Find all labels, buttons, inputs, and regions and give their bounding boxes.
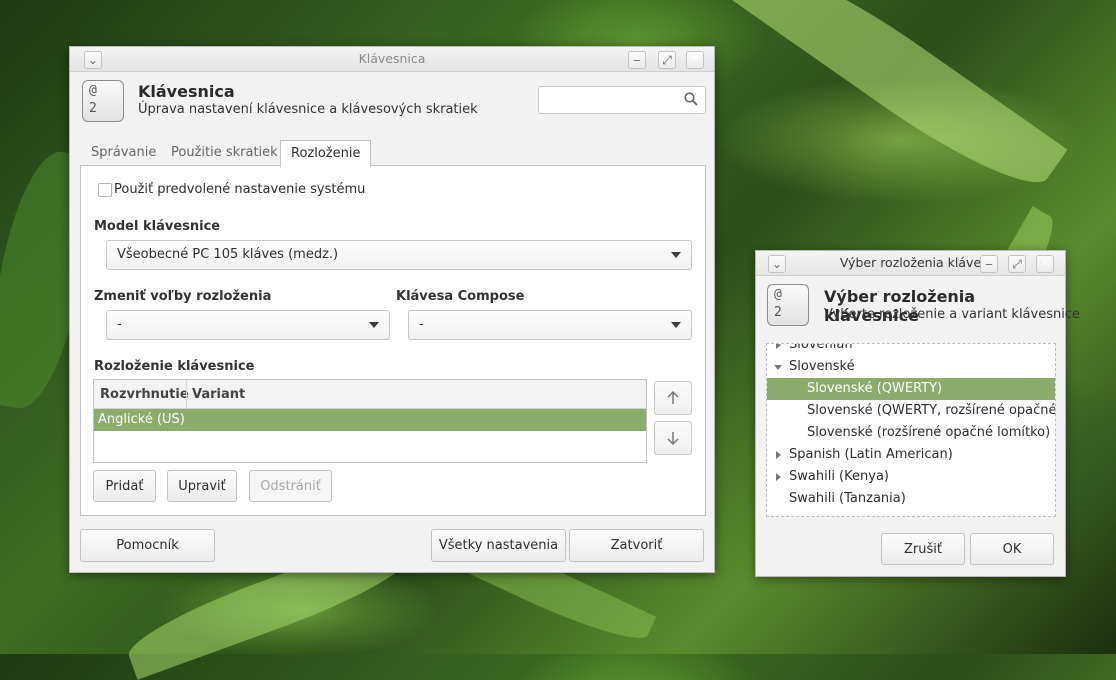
keyboard-model-value: Všeobecné PC 105 kláves (medz.) <box>117 247 339 262</box>
tree-item-slovak[interactable]: Slovenské <box>767 356 1055 378</box>
tree-item-slovak-extended[interactable]: Slovenské (rozšírené opačné lomítko) <box>767 422 1055 444</box>
move-down-button[interactable] <box>654 421 692 455</box>
arrow-up-icon <box>667 390 679 404</box>
table-header: Rozvrhnutie Variant <box>94 380 646 409</box>
window-title: Klávesnica <box>358 51 426 66</box>
column-header-variant[interactable]: Variant <box>192 387 245 402</box>
table-row[interactable]: Anglické (US) <box>94 409 646 431</box>
search-box[interactable] <box>538 86 706 114</box>
compose-key-combo[interactable]: - <box>408 310 692 340</box>
remove-layout-button[interactable]: Odstrániť <box>249 470 332 502</box>
minimize-icon[interactable]: ‒ <box>980 255 998 273</box>
compose-key-label: Klávesa Compose <box>396 289 525 304</box>
tab-behavior[interactable]: Správanie <box>81 140 166 166</box>
layout-chooser-dialog: ⌄ Výber rozloženia kláve ‒ ⤢ ✕ @ 2 Výber… <box>755 250 1080 577</box>
table-cell-layout: Anglické (US) <box>98 412 185 427</box>
close-icon[interactable]: ✕ <box>1036 255 1054 273</box>
tree-item-swahili-tanzania[interactable]: Swahili (Tanzania) <box>767 488 1055 510</box>
help-button[interactable]: Pomocník <box>80 529 215 562</box>
tree-item-swahili-kenya[interactable]: Swahili (Kenya) <box>767 466 1055 488</box>
compose-key-value: - <box>419 317 424 332</box>
layouts-label: Rozloženie klávesnice <box>94 359 255 374</box>
page-title: Klávesnica <box>138 82 235 101</box>
use-system-defaults-checkbox[interactable] <box>98 183 112 197</box>
tree-item-spanish-latam[interactable]: Spanish (Latin American) <box>767 444 1055 466</box>
keyboard-window: ⌄ Klávesnica ‒ ⤢ ✕ @ 2 Klávesnica Úprava… <box>69 46 715 573</box>
column-header-layout[interactable]: Rozvrhnutie <box>100 387 189 402</box>
titlebar: ⌄ Klávesnica ‒ ⤢ ✕ <box>70 47 714 72</box>
arrow-down-icon <box>667 432 679 446</box>
tree-item-slovak-qwerty[interactable]: Slovenské (QWERTY) <box>767 378 1055 400</box>
chevron-down-icon <box>369 322 379 328</box>
layout-options-combo[interactable]: - <box>106 310 390 340</box>
layout-options-value: - <box>117 317 122 332</box>
maximize-icon[interactable]: ⤢ <box>1008 255 1026 273</box>
expander-collapsed-icon[interactable] <box>776 344 781 349</box>
move-up-button[interactable] <box>654 381 692 415</box>
close-button[interactable]: Zatvoriť <box>569 529 704 562</box>
search-input[interactable] <box>543 89 677 113</box>
minimize-icon[interactable]: ‒ <box>628 51 646 69</box>
dialog-header-subtitle: Vyberte rozloženie a variant klávesnice <box>824 307 1080 322</box>
keyboard-model-combo[interactable]: Všeobecné PC 105 kláves (medz.) <box>106 240 692 270</box>
add-layout-button[interactable]: Pridať <box>93 470 156 502</box>
page-subtitle: Úprava nastavení klávesnice a klávesovýc… <box>138 102 478 117</box>
chevron-down-icon <box>671 322 681 328</box>
layout-tree[interactable]: Slovenian Slovenské Slovenské (QWERTY) S… <box>766 343 1056 517</box>
layouts-table: Rozvrhnutie Variant Anglické (US) <box>93 379 647 463</box>
keyboard-model-label: Model klávesnice <box>94 219 221 234</box>
layout-panel: Použiť predvolené nastavenie systému Mod… <box>80 165 706 516</box>
layout-options-label: Zmeniť voľby rozloženia <box>94 289 272 304</box>
tree-item-slovenian[interactable]: Slovenian <box>767 344 1055 356</box>
use-system-defaults-label[interactable]: Použiť predvolené nastavenie systému <box>114 182 365 197</box>
close-icon[interactable]: ✕ <box>686 51 704 69</box>
chevron-down-icon <box>671 252 681 258</box>
search-icon[interactable] <box>684 92 698 106</box>
tree-item-slovak-qwerty-extended[interactable]: Slovenské (QWERTY, rozšírené opačné lomí… <box>767 400 1055 422</box>
expander-expanded-icon[interactable] <box>774 365 782 370</box>
tab-layout[interactable]: Rozloženie <box>280 140 372 168</box>
tab-shortcuts[interactable]: Použitie skratiek <box>161 140 288 166</box>
maximize-icon[interactable]: ⤢ <box>658 51 676 69</box>
cancel-button[interactable]: Zrušiť <box>881 533 965 565</box>
expander-collapsed-icon[interactable] <box>776 451 781 459</box>
expander-collapsed-icon[interactable] <box>776 473 781 481</box>
wallpaper-leaf <box>732 0 1068 207</box>
all-settings-button[interactable]: Všetky nastavenia <box>431 529 566 562</box>
edit-layout-button[interactable]: Upraviť <box>167 470 237 502</box>
keyboard-app-icon: @ 2 <box>82 80 124 122</box>
keyboard-app-icon: @ 2 <box>767 284 809 326</box>
dialog-titlebar: ⌄ Výber rozloženia kláve ‒ ⤢ ✕ <box>756 251 1065 276</box>
ok-button[interactable]: OK <box>970 533 1054 565</box>
